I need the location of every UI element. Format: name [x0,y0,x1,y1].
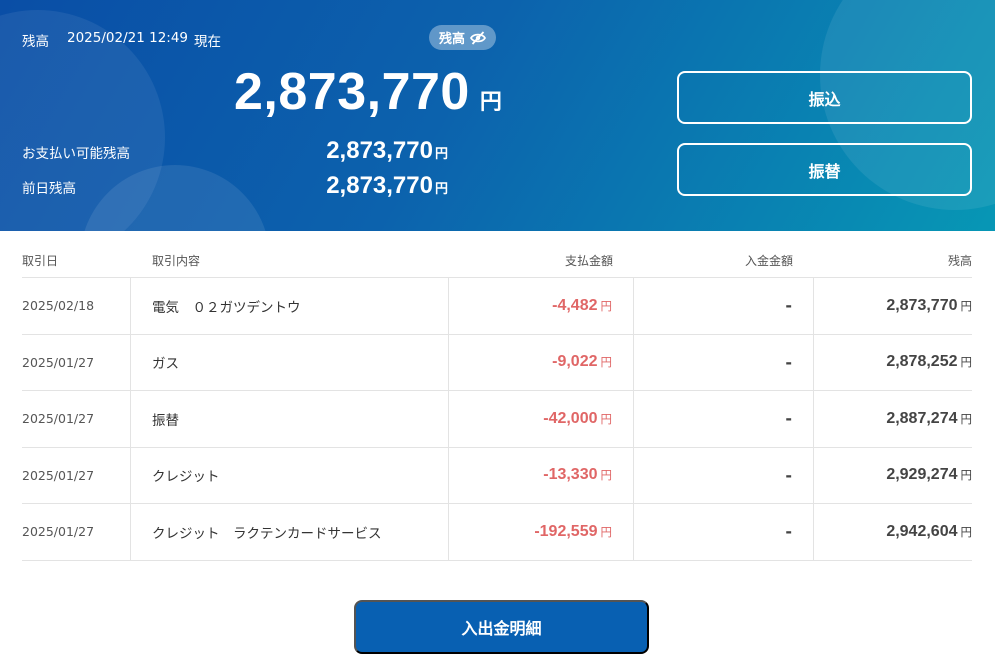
row-payment: -13,330 円 [449,447,634,503]
transaction-details-button[interactable]: 入出金明細 [354,600,649,654]
row-balance: 2,942,604 円 [814,504,972,560]
payment-amount: -9,022 [552,353,598,371]
transfer-button[interactable]: 振込 [677,71,972,124]
row-balance: 2,873,770 円 [814,278,972,334]
payment-currency: 円 [600,298,613,313]
balance-amount: 2,929,274 [886,466,958,484]
row-payment: -9,022 円 [449,334,634,390]
account-transfer-button[interactable]: 振替 [677,143,972,196]
payment-amount: -13,330 [543,466,598,484]
previous-balance: 2,873,770 円 [326,172,448,200]
header-payment: 支払金額 [564,253,613,268]
previous-balance-currency: 円 [434,182,448,197]
table-row: 2025/02/18 電気 ０２ガツデントウ -4,482 円 - 2,873,7… [22,278,972,335]
balance-amount: 2,887,274 [886,409,958,427]
header-deposit: 入金金額 [744,253,793,268]
row-date: 2025/01/27 [22,391,131,447]
transaction-table: 取引日 取引内容 支払金額 入金金額 残高 2025/02/18 電気 ０２ガツ… [22,243,972,561]
row-payment: -42,000 円 [449,391,634,447]
row-description: ガス [131,334,449,390]
row-balance: 2,929,274 円 [814,448,972,504]
balance-currency: 円 [960,468,973,483]
available-balance-label: お支払い可能残高 [22,146,130,162]
current-balance-currency: 円 [479,90,502,115]
header-date: 取引日 [22,253,59,268]
row-date: 2025/01/27 [22,504,131,560]
balance-visibility-toggle[interactable]: 残高 [429,25,497,50]
row-deposit: - [634,278,814,334]
payment-currency: 円 [600,411,613,426]
row-deposit: - [634,504,814,560]
header-description: 取引内容 [152,253,201,268]
row-date: 2025/02/18 [22,278,131,334]
row-description: 電気 ０２ガツデントウ [131,278,449,334]
row-deposit: - [634,447,814,503]
row-date: 2025/01/27 [22,447,131,503]
header-balance: 残高 [947,253,972,268]
previous-balance-row: 前日残高 2,873,770 円 [22,172,448,200]
balance-currency: 円 [960,411,973,426]
row-payment: -4,482 円 [449,278,634,334]
payment-amount: -4,482 [552,296,598,314]
table-row: 2025/01/27 振替 -42,000 円 - 2,887,274 円 [22,391,972,448]
row-balance: 2,887,274 円 [814,391,972,447]
available-balance-row: お支払い可能残高 2,873,770 円 [22,137,448,165]
balance-amount: 2,873,770 [886,296,958,314]
payment-amount: -42,000 [543,409,598,427]
table-row: 2025/01/27 クレジット ラクテンカードサービス -192,559 円 -… [22,504,972,561]
current-balance-amount: 2,873,770 [234,63,470,121]
balance-datetime: 2025/02/21 12:49 [67,30,189,46]
payment-currency: 円 [600,524,613,539]
balance-timestamp: 2025/02/21 12:49 現在 [67,30,221,50]
toggle-label: 残高 [439,32,466,47]
balance-as-of: 現在 [194,34,222,50]
row-balance: 2,878,252 円 [814,335,972,391]
row-date: 2025/01/27 [22,334,131,390]
balance-currency: 円 [960,298,973,313]
payment-currency: 円 [600,355,613,370]
row-description: クレジット ラクテンカードサービス [131,504,449,560]
table-row: 2025/01/27 クレジット -13,330 円 - 2,929,274 円 [22,447,972,504]
row-deposit: - [634,391,814,447]
available-balance-amount: 2,873,770 [326,137,433,164]
previous-balance-amount: 2,873,770 [326,172,433,199]
previous-balance-label: 前日残高 [22,181,76,197]
eye-slash-icon [470,30,487,45]
payment-currency: 円 [600,468,613,483]
current-balance: 2,873,770 円 [234,62,502,122]
balance-panel: 残高 2025/02/21 12:49 現在 残高 2,873,770 円 お支… [0,0,995,231]
available-balance: 2,873,770 円 [326,137,448,165]
balance-header: 残高 2025/02/21 12:49 現在 [22,30,221,50]
balance-label: 残高 [22,34,49,50]
balance-amount: 2,878,252 [886,353,958,371]
balance-currency: 円 [960,355,973,370]
row-payment: -192,559 円 [449,504,634,560]
table-header: 取引日 取引内容 支払金額 入金金額 残高 [22,243,972,278]
row-description: 振替 [131,391,449,447]
available-balance-currency: 円 [434,147,448,162]
balance-currency: 円 [960,524,973,539]
balance-amount: 2,942,604 [886,522,958,540]
row-deposit: - [634,334,814,390]
row-description: クレジット [131,447,449,503]
table-row: 2025/01/27 ガス -9,022 円 - 2,878,252 円 [22,334,972,391]
payment-amount: -192,559 [534,522,598,540]
